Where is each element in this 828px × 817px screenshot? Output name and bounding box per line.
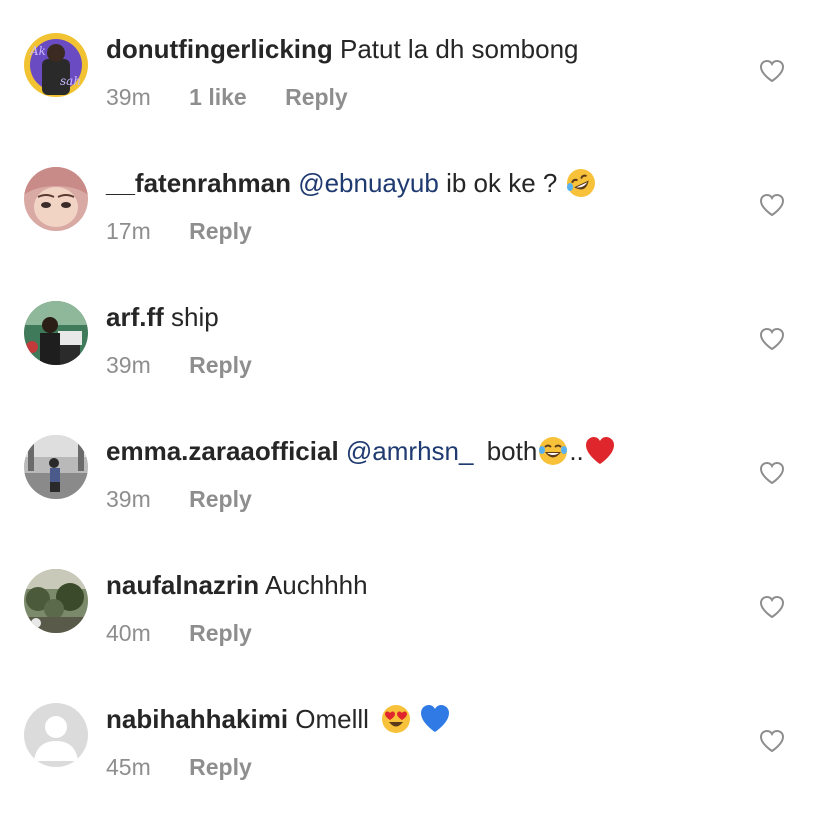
- comment-body: Patut la dh sombong: [340, 34, 579, 64]
- comment-mention[interactable]: @ebnuayub: [298, 168, 439, 198]
- comment-username[interactable]: __fatenrahman: [106, 168, 291, 198]
- comment-text-line: donutfingerlicking Patut la dh sombong: [106, 33, 579, 65]
- avatar[interactable]: [24, 167, 88, 231]
- blue-heart-emoji: [421, 705, 450, 733]
- comment-meta: 40m Reply: [106, 619, 252, 647]
- comment-time: 39m: [106, 352, 151, 378]
- comment-body: both: [486, 436, 538, 466]
- comment-username[interactable]: naufalnazrin: [106, 570, 259, 600]
- comment-username[interactable]: donutfingerlicking: [106, 34, 333, 64]
- comment-meta: 45m Reply: [106, 753, 252, 781]
- comment-item: __fatenrahman @ebnuayub ib ok ke ? 17m R…: [0, 134, 828, 268]
- red-heart-emoji: [585, 437, 614, 465]
- heart-outline-icon[interactable]: [759, 193, 785, 217]
- svg-text:Ak: Ak: [29, 44, 46, 58]
- comment-text-line: nabihahhakimi Omelll: [106, 703, 451, 735]
- comment-item: emma.zaraaofficial @amrhsn_ both .. 39m …: [0, 402, 828, 536]
- comment-item: arf.ff ship 39m Reply: [0, 268, 828, 402]
- comment-likes[interactable]: 1 like: [189, 83, 247, 111]
- smiling-face-with-heart-eyes-emoji: [382, 705, 411, 734]
- svg-text:sah: sah: [60, 74, 81, 88]
- comment-time: 39m: [106, 84, 151, 110]
- comment-text-line: arf.ff ship: [106, 301, 219, 333]
- heart-outline-icon[interactable]: [759, 595, 785, 619]
- comment-username[interactable]: arf.ff: [106, 302, 164, 332]
- comment-item: Ak sah donutfingerlicking Patut la dh so…: [0, 0, 828, 134]
- comment-meta: 39m Reply: [106, 351, 252, 379]
- heart-outline-icon[interactable]: [759, 461, 785, 485]
- comment-body: ib ok ke ?: [446, 168, 558, 198]
- comment-item: nabihahhakimi Omelll 45m Reply: [0, 670, 828, 804]
- comment-dots: ..: [569, 436, 584, 466]
- comment-time: 39m: [106, 486, 151, 512]
- comment-time: 17m: [106, 218, 151, 244]
- comment-body: ship: [171, 302, 219, 332]
- reply-button[interactable]: Reply: [285, 83, 348, 111]
- comment-body: Omelll: [295, 704, 369, 734]
- heart-outline-icon[interactable]: [759, 327, 785, 351]
- avatar[interactable]: [24, 301, 88, 365]
- reply-button[interactable]: Reply: [189, 619, 252, 647]
- rolling-on-floor-laughing-emoji: [566, 169, 595, 198]
- comment-text-line: __fatenrahman @ebnuayub ib ok ke ?: [106, 167, 597, 199]
- comment-item: naufalnazrin Auchhhh 40m Reply: [0, 536, 828, 670]
- avatar[interactable]: Ak sah: [24, 33, 88, 97]
- reply-button[interactable]: Reply: [189, 485, 252, 513]
- comment-mention[interactable]: @amrhsn_: [346, 436, 474, 466]
- comment-meta: 39m Reply: [106, 485, 252, 513]
- comment-text-line: naufalnazrin Auchhhh: [106, 569, 368, 601]
- comment-meta: 39m 1 like Reply: [106, 83, 348, 111]
- comment-text-line: emma.zaraaofficial @amrhsn_ both ..: [106, 435, 616, 467]
- avatar[interactable]: [24, 435, 88, 499]
- avatar[interactable]: [24, 569, 88, 633]
- comment-username[interactable]: nabihahhakimi: [106, 704, 288, 734]
- default-avatar-icon[interactable]: [24, 703, 88, 767]
- face-with-tears-of-joy-emoji: [539, 437, 568, 466]
- comment-time: 40m: [106, 620, 151, 646]
- heart-outline-icon[interactable]: [759, 59, 785, 83]
- heart-outline-icon[interactable]: [759, 729, 785, 753]
- comment-body: Auchhhh: [264, 570, 368, 600]
- comment-time: 45m: [106, 754, 151, 780]
- reply-button[interactable]: Reply: [189, 217, 252, 245]
- comment-username[interactable]: emma.zaraaofficial: [106, 436, 339, 466]
- reply-button[interactable]: Reply: [189, 351, 252, 379]
- reply-button[interactable]: Reply: [189, 753, 252, 781]
- comment-meta: 17m Reply: [106, 217, 252, 245]
